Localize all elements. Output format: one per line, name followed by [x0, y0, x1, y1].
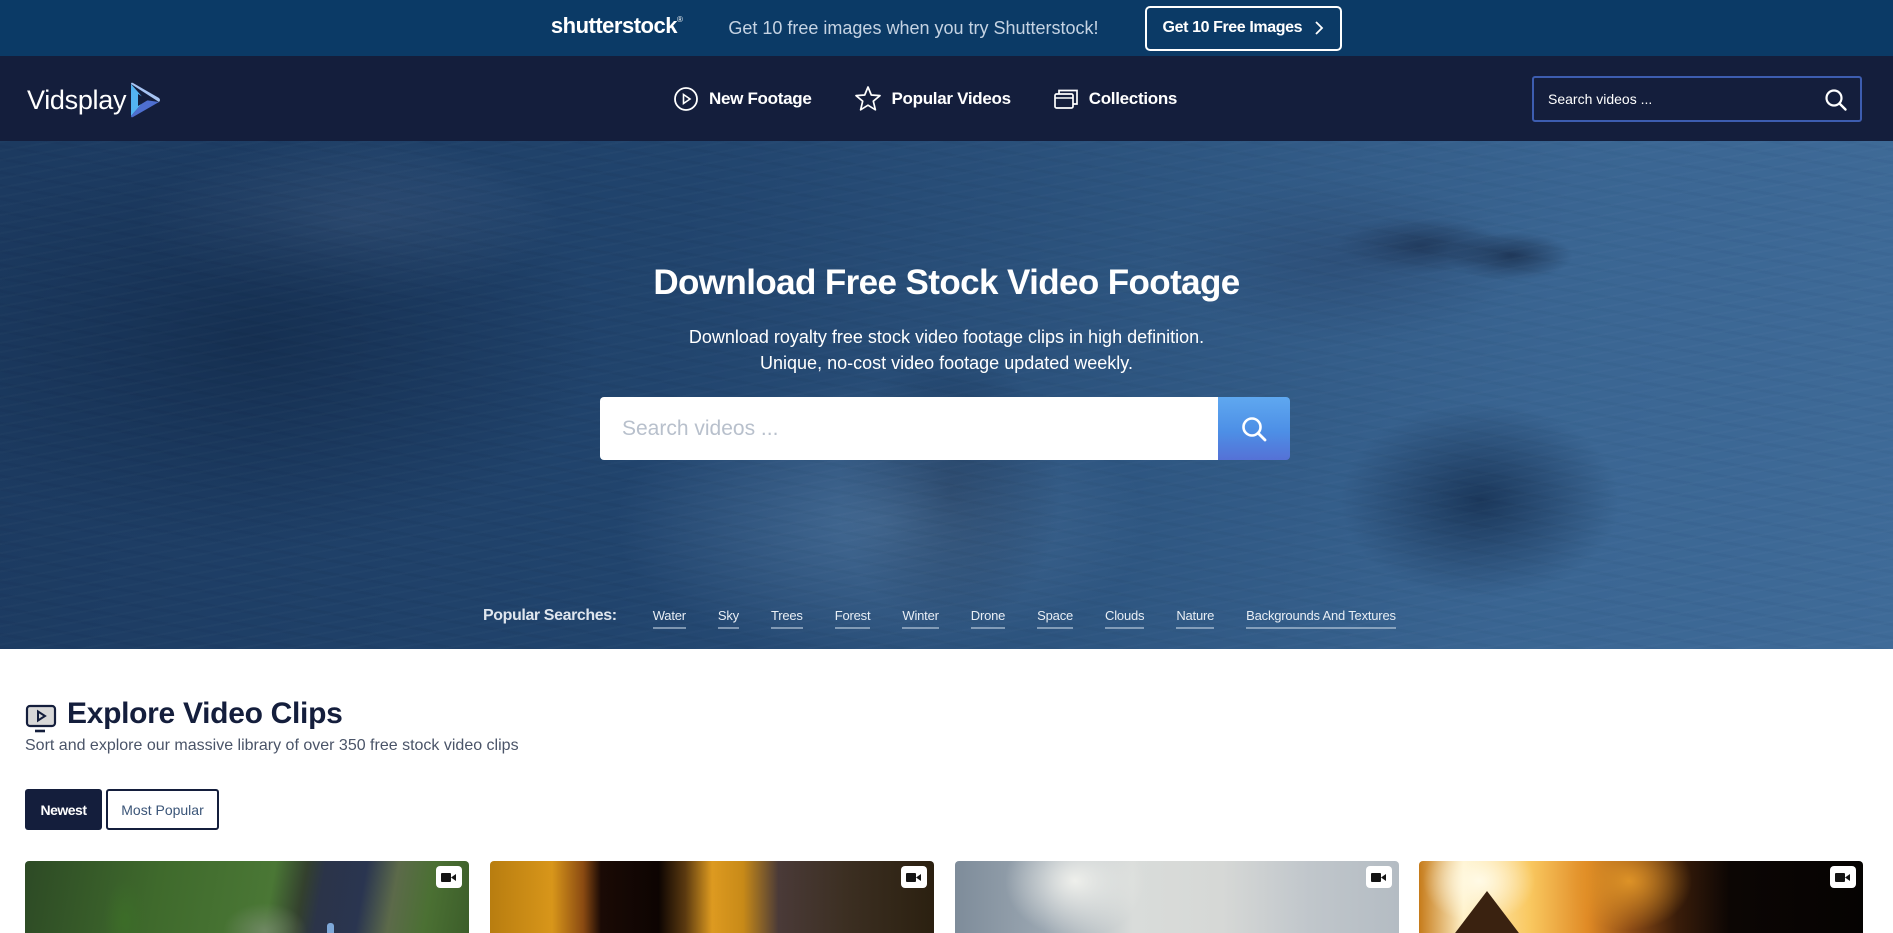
- promo-text: Get 10 free images when you try Shutters…: [728, 17, 1099, 38]
- clip-thumbnail-detail: [327, 923, 334, 933]
- explore-title: Explore Video Clips: [67, 697, 343, 730]
- search-icon[interactable]: [1824, 88, 1848, 112]
- tab-newest[interactable]: Newest: [25, 789, 102, 830]
- play-triangle-icon: [131, 82, 161, 118]
- popular-tag-forest[interactable]: Forest: [834, 608, 871, 629]
- tv-play-icon: [25, 704, 57, 733]
- nav-popular-videos-label: Popular Videos: [891, 88, 1012, 108]
- nav-collections-label: Collections: [1088, 88, 1178, 108]
- nav-new-footage[interactable]: New Footage: [673, 86, 812, 112]
- shutterstock-logo-text: shutterstock: [550, 13, 678, 38]
- collections-icon: [1053, 89, 1078, 109]
- popular-tag-clouds[interactable]: Clouds: [1105, 608, 1145, 629]
- popular-tag-winter[interactable]: Winter: [902, 608, 939, 629]
- popular-tag-space[interactable]: Space: [1037, 608, 1073, 629]
- video-camera-icon: [1830, 866, 1856, 888]
- video-camera-icon: [436, 866, 462, 888]
- hero-title: Download Free Stock Video Footage: [653, 263, 1240, 302]
- hero-subtitle: Download royalty free stock video footag…: [0, 324, 1893, 376]
- nav-popular-videos[interactable]: Popular Videos: [854, 85, 1011, 112]
- site-header: Vidsplay New Footage Popular Videos Coll…: [0, 56, 1893, 141]
- popular-tag-backgrounds-and-textures[interactable]: Backgrounds And Textures: [1246, 608, 1396, 629]
- popular-tag-water[interactable]: Water: [652, 608, 686, 629]
- video-clip-card[interactable]: [1419, 861, 1863, 933]
- hero-search: [600, 397, 1290, 460]
- explore-subtitle: Sort and explore our massive library of …: [25, 737, 519, 754]
- get-free-images-label: Get 10 Free Images: [1162, 19, 1303, 36]
- main-nav: New Footage Popular Videos Collections: [673, 56, 1219, 141]
- chevron-right-icon: [1315, 21, 1324, 35]
- star-icon: [854, 86, 881, 111]
- shutterstock-logo[interactable]: shutterstock®: [550, 13, 683, 39]
- logo-text: Vidsplay: [27, 84, 127, 115]
- nav-new-footage-label: New Footage: [709, 88, 812, 108]
- promo-banner: shutterstock® Get 10 free images when yo…: [0, 0, 1893, 56]
- vidsplay-logo[interactable]: Vidsplay: [27, 82, 162, 118]
- video-clip-card[interactable]: [955, 861, 1399, 933]
- hero-search-button[interactable]: [1218, 397, 1290, 460]
- popular-searches: Popular Searches: Water Sky Trees Forest…: [483, 607, 1428, 629]
- popular-tag-drone[interactable]: Drone: [970, 608, 1005, 629]
- popular-tag-nature[interactable]: Nature: [1176, 608, 1214, 629]
- hero-section: Download Free Stock Video Footage Downlo…: [0, 141, 1893, 649]
- video-clip-card[interactable]: [25, 861, 469, 933]
- video-camera-icon: [1366, 866, 1392, 888]
- header-search: [1532, 76, 1862, 122]
- nav-collections[interactable]: Collections: [1053, 87, 1177, 111]
- hero-background-image: [0, 141, 1893, 649]
- sort-tabs: Newest Most Popular: [25, 789, 219, 830]
- clip-thumbnail-detail: [1449, 891, 1525, 933]
- hero-subtitle-line-1: Download royalty free stock video footag…: [688, 327, 1205, 347]
- video-clip-card[interactable]: [490, 861, 934, 933]
- search-icon: [1242, 416, 1267, 441]
- video-camera-icon: [901, 866, 927, 888]
- get-free-images-button[interactable]: Get 10 Free Images: [1144, 5, 1343, 51]
- popular-tag-trees[interactable]: Trees: [770, 608, 803, 629]
- popular-searches-label: Popular Searches:: [483, 607, 617, 624]
- hero-subtitle-line-2: Unique, no-cost video footage updated we…: [760, 353, 1133, 373]
- hero-search-input[interactable]: [600, 397, 1218, 460]
- popular-tag-sky[interactable]: Sky: [717, 608, 739, 629]
- play-circle-icon: [674, 86, 698, 111]
- tab-most-popular[interactable]: Most Popular: [106, 789, 219, 830]
- header-search-input[interactable]: [1534, 78, 1804, 120]
